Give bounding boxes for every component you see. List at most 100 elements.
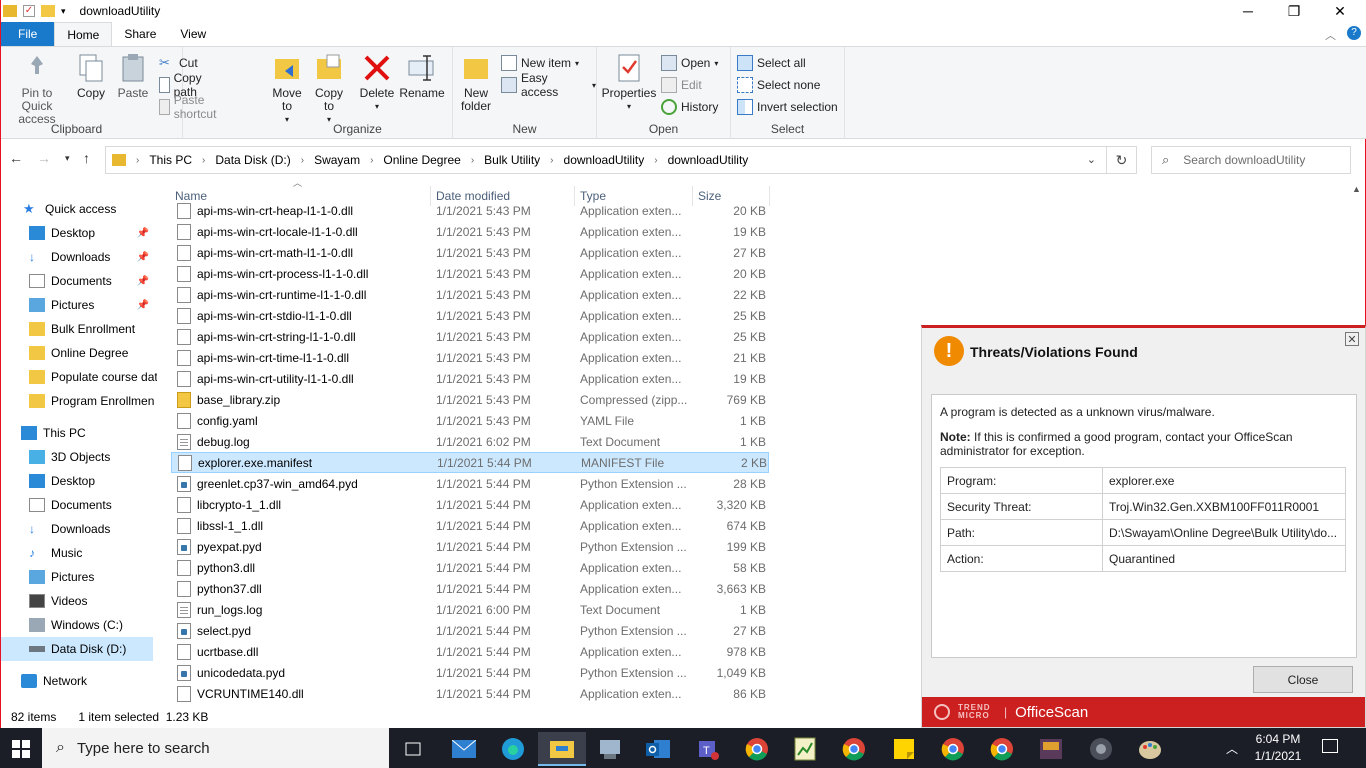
edit-button[interactable]: Edit xyxy=(661,75,702,95)
mail-icon[interactable] xyxy=(440,732,488,766)
spreadsheet-app-icon[interactable] xyxy=(781,732,829,766)
table-row[interactable]: run_logs.log 1/1/2021 6:00 PM Text Documen… xyxy=(171,599,769,620)
tab-file[interactable]: File xyxy=(1,22,55,46)
crumb-data-disk[interactable]: Data Disk (D:) xyxy=(215,153,290,167)
crumb-download-utility[interactable]: downloadUtility xyxy=(564,153,645,167)
back-arrow-icon[interactable]: ← xyxy=(9,150,23,166)
paste-button[interactable]: Paste xyxy=(115,52,151,100)
nav-pc-documents[interactable]: Documents xyxy=(1,493,157,517)
nav-windows-c[interactable]: Windows (C:) xyxy=(1,613,157,637)
chrome-profile-icon[interactable] xyxy=(830,732,878,766)
pc-app-icon[interactable] xyxy=(586,732,634,766)
tab-home[interactable]: Home xyxy=(54,22,113,46)
close-button[interactable]: ✕ xyxy=(1317,0,1363,22)
pin-quick-access-button[interactable]: Pin to Quick access xyxy=(5,52,69,126)
file-explorer-icon[interactable] xyxy=(538,732,586,766)
select-none-button[interactable]: Select none xyxy=(737,75,820,95)
crumb-online-degree[interactable]: Online Degree xyxy=(383,153,460,167)
cut-button[interactable]: ✂ Cut xyxy=(159,53,198,73)
table-row[interactable]: api-ms-win-crt-stdio-l1-1-0.dll 1/1/2021 … xyxy=(171,305,769,326)
nav-online-degree[interactable]: Online Degree xyxy=(1,341,157,365)
dialog-close-button[interactable]: Close xyxy=(1253,666,1353,693)
rename-button[interactable]: Rename xyxy=(399,52,445,100)
table-row[interactable]: unicodedata.pyd 1/1/2021 5:44 PM Python Ex… xyxy=(171,662,769,683)
qat-dropdown-icon[interactable]: ▾ xyxy=(61,6,66,17)
nav-data-disk[interactable]: Data Disk (D:) xyxy=(1,637,153,661)
chrome-profile-2-icon[interactable] xyxy=(929,732,977,766)
vpn-app-icon[interactable] xyxy=(1077,732,1125,766)
nav-pc-downloads[interactable]: ↓ Downloads xyxy=(1,517,157,541)
refresh-icon[interactable]: ↻ xyxy=(1106,147,1136,173)
nav-downloads[interactable]: ↓ Downloads 📌 xyxy=(1,245,157,269)
easy-access-button[interactable]: Easy access ▾ xyxy=(501,71,596,99)
table-row[interactable]: select.pyd 1/1/2021 5:44 PM Python Extensi… xyxy=(171,620,769,641)
recent-locations-icon[interactable]: ▾ xyxy=(65,153,70,164)
table-row[interactable]: api-ms-win-crt-time-l1-1-0.dll 1/1/2021 5… xyxy=(171,347,769,368)
new-folder-button[interactable]: New folder xyxy=(457,52,495,113)
table-row[interactable]: explorer.exe.manifest 1/1/2021 5:44 PM MAN… xyxy=(171,452,769,473)
taskbar-search[interactable]: ⌕ Type here to search xyxy=(42,728,389,768)
taskbar-clock[interactable]: 6:04 PM 1/1/2021 xyxy=(1250,731,1306,765)
properties-check-icon[interactable]: ✓ xyxy=(23,5,35,17)
crumb-bulk-utility[interactable]: Bulk Utility xyxy=(484,153,540,167)
windows-start-icon[interactable] xyxy=(0,732,42,766)
nav-3d-objects[interactable]: 3D Objects xyxy=(1,445,157,469)
table-row[interactable]: ucrtbase.dll 1/1/2021 5:44 PM Application … xyxy=(171,641,769,662)
nav-documents[interactable]: Documents 📌 xyxy=(1,269,157,293)
nav-populate-course[interactable]: Populate course dat xyxy=(1,365,157,389)
select-all-button[interactable]: Select all xyxy=(737,53,806,73)
tab-view[interactable]: View xyxy=(168,22,218,46)
move-to-button[interactable]: Move to ▾ xyxy=(267,52,307,126)
dialog-close-x-icon[interactable]: ✕ xyxy=(1345,332,1359,346)
notification-center-icon[interactable] xyxy=(1322,739,1338,753)
paint-app-icon[interactable] xyxy=(1126,732,1174,766)
paste-shortcut-button[interactable]: Paste shortcut xyxy=(159,93,222,121)
table-row[interactable]: base_library.zip 1/1/2021 5:43 PM Compress… xyxy=(171,389,769,410)
table-row[interactable]: libssl-1_1.dll 1/1/2021 5:44 PM Applicatio… xyxy=(171,515,769,536)
copy-path-button[interactable]: Copy path xyxy=(159,71,207,99)
table-row[interactable]: api-ms-win-crt-heap-l1-1-0.dll 1/1/2021 5… xyxy=(171,200,769,221)
table-row[interactable]: greenlet.cp37-win_amd64.pyd 1/1/2021 5:44… xyxy=(171,473,769,494)
edge-icon[interactable] xyxy=(489,732,537,766)
nav-program-enrollment[interactable]: Program Enrollmen xyxy=(1,389,157,413)
nav-pictures[interactable]: Pictures 📌 xyxy=(1,293,157,317)
copy-button[interactable]: Copy xyxy=(73,52,109,100)
nav-videos[interactable]: Videos xyxy=(1,589,157,613)
chrome-icon[interactable] xyxy=(733,732,781,766)
show-hidden-icons-icon[interactable]: ︿ xyxy=(1226,740,1238,757)
address-dropdown-icon[interactable]: ⌄ xyxy=(1087,153,1096,166)
crumb-download-utility-current[interactable]: downloadUtility xyxy=(668,153,749,167)
crumb-swayam[interactable]: Swayam xyxy=(314,153,360,167)
crumb-this-pc[interactable]: This PC xyxy=(149,153,192,167)
tab-share[interactable]: Share xyxy=(112,22,168,46)
table-row[interactable]: api-ms-win-crt-string-l1-1-0.dll 1/1/2021… xyxy=(171,326,769,347)
address-bar[interactable]: › This PC › Data Disk (D:) › Swayam › On… xyxy=(105,146,1137,174)
table-row[interactable]: debug.log 1/1/2021 6:02 PM Text Document 1 … xyxy=(171,431,769,452)
task-view-icon[interactable] xyxy=(389,732,437,766)
scroll-up-icon[interactable]: ▲ xyxy=(1352,184,1361,194)
copy-to-button[interactable]: Copy to ▾ xyxy=(309,52,349,126)
table-row[interactable]: api-ms-win-crt-math-l1-1-0.dll 1/1/2021 5… xyxy=(171,242,769,263)
delete-button[interactable]: Delete ▾ xyxy=(357,52,397,113)
help-icon[interactable]: ? xyxy=(1347,26,1361,40)
nav-desktop[interactable]: Desktop 📌 xyxy=(1,221,157,245)
nav-music[interactable]: ♪ Music xyxy=(1,541,157,565)
table-row[interactable]: python37.dll 1/1/2021 5:44 PM Application … xyxy=(171,578,769,599)
table-row[interactable]: libcrypto-1_1.dll 1/1/2021 5:44 PM Applica… xyxy=(171,494,769,515)
table-row[interactable]: api-ms-win-crt-locale-l1-1-0.dll 1/1/2021… xyxy=(171,221,769,242)
table-row[interactable]: VCRUNTIME140.dll 1/1/2021 5:44 PM Applicat… xyxy=(171,683,769,704)
nav-pc-pictures[interactable]: Pictures xyxy=(1,565,157,589)
table-row[interactable]: api-ms-win-crt-runtime-l1-1-0.dll 1/1/202… xyxy=(171,284,769,305)
maximize-button[interactable]: ❐ xyxy=(1271,0,1317,22)
open-button[interactable]: Open ▾ xyxy=(661,53,718,73)
outlook-icon[interactable] xyxy=(634,732,682,766)
nav-bulk-enrollment[interactable]: Bulk Enrollment xyxy=(1,317,157,341)
forward-arrow-icon[interactable]: → xyxy=(37,150,51,166)
nav-quick-access[interactable]: ★ Quick access xyxy=(1,197,157,221)
new-folder-qat-icon[interactable] xyxy=(41,5,55,17)
nav-network[interactable]: Network xyxy=(1,669,157,693)
table-row[interactable]: api-ms-win-crt-utility-l1-1-0.dll 1/1/202… xyxy=(171,368,769,389)
teams-icon[interactable]: T xyxy=(683,732,731,766)
search-box[interactable]: ⌕ Search downloadUtility xyxy=(1151,146,1351,174)
table-row[interactable]: config.yaml 1/1/2021 5:43 PM YAML File 1 KB xyxy=(171,410,769,431)
